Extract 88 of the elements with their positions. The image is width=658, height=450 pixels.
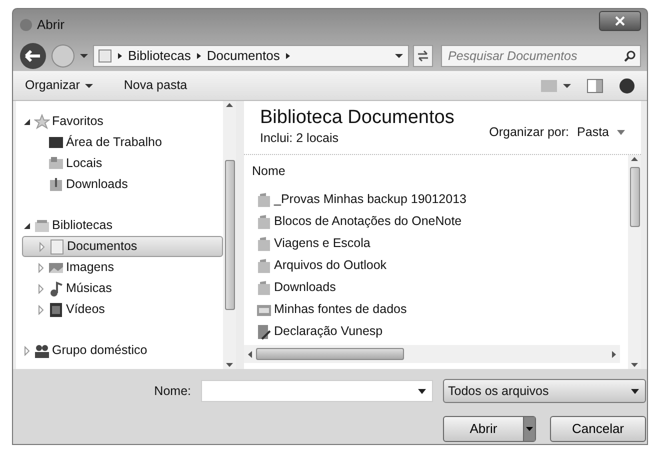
file-name[interactable]: Downloads	[274, 278, 336, 298]
dropdown-icon	[631, 388, 639, 394]
scroll-left-icon	[248, 350, 252, 358]
scrollbar-thumb[interactable]	[630, 166, 640, 227]
scroll-up-icon	[226, 103, 233, 107]
preview-pane-icon[interactable]	[587, 78, 603, 92]
expanded-arrow-icon[interactable]	[22, 116, 32, 126]
help-icon[interactable]	[619, 78, 635, 94]
cancel-button[interactable]: Cancelar	[550, 416, 646, 442]
tree-item[interactable]: Locais	[22, 153, 223, 174]
dropdown-icon	[84, 82, 94, 88]
tree-item[interactable]: Downloads	[22, 174, 223, 195]
filename-field[interactable]	[201, 380, 433, 402]
file-type-dropdown[interactable]: Todos os arquivos	[443, 379, 646, 404]
file-name[interactable]: _Provas Minhas backup 19012013	[274, 190, 466, 210]
dropdown-icon	[617, 130, 625, 135]
dropdown-icon	[418, 388, 426, 394]
document-icon	[49, 238, 65, 254]
scrollbar-thumb[interactable]	[224, 160, 234, 310]
arrange-label: Organizar por:	[489, 124, 570, 141]
music-note-icon	[48, 280, 64, 296]
view-options-icon[interactable]	[541, 78, 571, 92]
places-icon	[48, 156, 64, 172]
tree-item[interactable]: Área de Trabalho	[22, 132, 223, 153]
people-icon	[34, 342, 50, 358]
library-title: Biblioteca Documentos	[260, 107, 454, 129]
folder-icon	[256, 214, 272, 230]
file-name[interactable]: Minhas fontes de dados	[274, 300, 407, 320]
scroll-up-icon	[631, 156, 638, 161]
organize-menu[interactable]: Organizar	[25, 76, 94, 95]
library-subtitle: Inclui: 2 locais	[260, 130, 340, 147]
collapsed-arrow-icon[interactable]	[37, 242, 47, 252]
open-button[interactable]: Abrir	[443, 416, 536, 442]
new-folder-button[interactable]: Nova pasta	[124, 76, 188, 95]
scroll-down-icon	[631, 363, 638, 367]
column-header[interactable]: Nome	[252, 160, 620, 183]
collapsed-arrow-icon[interactable]	[36, 284, 46, 294]
chevron-icon	[284, 52, 291, 60]
tree-item[interactable]: Vídeos	[22, 299, 223, 320]
search-icon	[624, 50, 636, 62]
tree-item[interactable]: Grupo doméstico	[22, 340, 223, 361]
window-icon	[19, 18, 33, 32]
history-dropdown-icon[interactable]	[79, 53, 89, 59]
file-name[interactable]: Blocos de Anotações do OneNote	[274, 212, 462, 232]
library-icon	[98, 49, 112, 63]
tree-item[interactable]: Músicas	[22, 278, 223, 299]
search-field[interactable]: Pesquisar Documentos	[441, 45, 641, 67]
window-title: Abrir	[37, 16, 64, 34]
dropdown-icon[interactable]	[394, 53, 404, 59]
chevron-icon	[196, 52, 202, 60]
breadcrumb[interactable]: Documentos	[206, 46, 280, 66]
scrollbar-thumb[interactable]	[256, 348, 404, 360]
tree-item[interactable]: Imagens	[22, 257, 223, 278]
breadcrumb[interactable]: Bibliotecas	[128, 46, 191, 66]
arrange-dropdown[interactable]: Pasta	[577, 123, 625, 142]
refresh-button[interactable]	[413, 45, 433, 67]
document-icon	[256, 324, 272, 340]
split-dropdown-icon[interactable]	[523, 416, 535, 441]
back-button[interactable]	[19, 42, 47, 70]
scrollbar[interactable]	[223, 101, 236, 369]
scrollbar[interactable]	[244, 345, 620, 363]
file-name[interactable]: Arquivos do Outlook	[274, 256, 387, 276]
tree-item[interactable]: Bibliotecas	[22, 215, 223, 236]
tree-item[interactable]: Favoritos	[22, 111, 223, 132]
folder-icon	[256, 280, 272, 296]
scroll-down-icon	[226, 363, 233, 367]
tree-item[interactable]: Documentos	[22, 236, 223, 257]
library-icon	[34, 218, 50, 234]
file-name[interactable]: Viagens e Escola	[274, 234, 370, 254]
download-folder-icon	[48, 176, 64, 192]
collapsed-arrow-icon[interactable]	[22, 346, 32, 356]
address-bar[interactable]: Bibliotecas Documentos	[93, 45, 409, 67]
collapsed-arrow-icon[interactable]	[36, 262, 46, 272]
file-name[interactable]: Declaração Vunesp	[274, 322, 383, 342]
close-icon	[615, 16, 625, 26]
folder-icon	[256, 258, 272, 274]
star-icon	[34, 114, 50, 130]
desktop-icon	[48, 134, 64, 150]
close-button[interactable]	[599, 11, 641, 31]
expanded-arrow-icon[interactable]	[22, 220, 32, 230]
collapsed-arrow-icon[interactable]	[36, 304, 46, 314]
chevron-icon	[117, 52, 123, 60]
folder-icon	[256, 236, 272, 252]
folder-icon	[256, 192, 272, 208]
scrollbar[interactable]	[628, 154, 641, 369]
scroll-right-icon	[612, 350, 616, 358]
film-icon	[48, 302, 64, 318]
filename-label: Nome:	[153, 382, 191, 400]
